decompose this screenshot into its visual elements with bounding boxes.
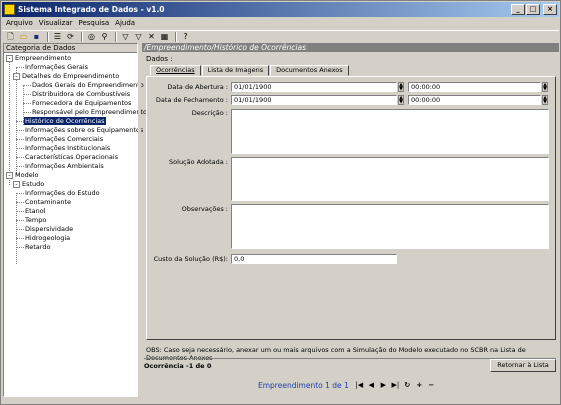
solucao-textarea[interactable]: [231, 157, 549, 201]
tree-node-info-estudo[interactable]: Informações do Estudo: [25, 189, 100, 197]
app-icon: [4, 4, 15, 15]
toolbar: 🗋 ▭ ▪ ☰ ⟳ ◎ ⚲ ▽ ▽ ✕ ▦ ?: [2, 30, 559, 42]
tree-node-equipamentos[interactable]: Informações sobre os Equipamentos: [25, 126, 143, 134]
first-record-icon[interactable]: |◀: [355, 380, 364, 390]
tree-node-retardo[interactable]: Retardo: [25, 243, 50, 251]
solucao-label: Solução Adotada :: [169, 158, 228, 166]
tree-node-modelo[interactable]: Modelo: [15, 171, 39, 179]
ocorrencias-form: Data de Abertura : 01/01/1900 ▲ ▼ 00:00:0…: [146, 76, 556, 340]
tree-node-empreendimento[interactable]: Empreendimento: [15, 54, 71, 62]
data-abertura-date-spinner[interactable]: ▲ ▼: [398, 82, 404, 92]
menu-bar: Arquivo Visualizar Pesquisa Ajuda: [2, 17, 559, 29]
tree-node-responsavel[interactable]: Responsável pelo Empreendimento: [32, 108, 147, 116]
tree-node-etanol[interactable]: Etanol: [25, 207, 46, 215]
observacoes-textarea[interactable]: [231, 204, 549, 249]
navigator-text: Empreendimento 1 de 1: [258, 380, 349, 390]
observacoes-label: Observações :: [181, 205, 228, 213]
tree-node-tempo[interactable]: Tempo: [25, 216, 46, 224]
tab-documentos-anexos[interactable]: Documentos Anexos: [270, 65, 349, 76]
data-fechamento-date-input[interactable]: 01/01/1900: [231, 95, 397, 105]
open-icon[interactable]: ▭: [18, 32, 29, 42]
menu-arquivo[interactable]: Arquivo: [6, 19, 33, 27]
search-icon[interactable]: ⚲: [99, 32, 110, 42]
record-count: Ocorrência -1 de 0: [144, 362, 212, 370]
tree-node-detalhes[interactable]: Detalhes do Empreendimento: [22, 72, 119, 80]
next-record-icon[interactable]: ▶: [379, 380, 388, 390]
menu-visualizar[interactable]: Visualizar: [39, 19, 73, 27]
tree-node-historico[interactable]: Histórico de Ocorrências: [24, 117, 106, 125]
custo-input[interactable]: 0,0: [231, 254, 397, 264]
tree-collapse-icon[interactable]: -: [6, 172, 13, 179]
descricao-label: Descrição :: [191, 109, 228, 117]
title-bar: Sistema Integrado de Dados - v1.0 _ □ ×: [2, 2, 559, 17]
list-icon[interactable]: ☰: [52, 32, 63, 42]
data-fechamento-date-spinner[interactable]: ▲ ▼: [398, 95, 404, 105]
tree-node-contaminante[interactable]: Contaminante: [25, 198, 71, 206]
data-fechamento-time-spinner[interactable]: ▲ ▼: [542, 95, 548, 105]
tree-node-operacionais[interactable]: Características Operacionais: [25, 153, 118, 161]
tree-collapse-icon[interactable]: -: [13, 181, 20, 188]
delete-record-icon[interactable]: −: [427, 380, 436, 390]
menu-ajuda[interactable]: Ajuda: [115, 19, 135, 27]
data-abertura-date-input[interactable]: 01/01/1900: [231, 82, 397, 92]
refresh-record-icon[interactable]: ↻: [403, 380, 412, 390]
record-status-bar: Ocorrência -1 de 0 Retornar à Lista: [144, 358, 556, 372]
window-title: Sistema Integrado de Dados - v1.0: [18, 5, 165, 14]
filter-icon[interactable]: ▽: [120, 32, 131, 42]
record-navigator: Empreendimento 1 de 1 |◀ ◀ ▶ ▶| ↻ + −: [258, 380, 439, 390]
dados-group-label: Dados :: [146, 55, 173, 63]
close-button[interactable]: ×: [543, 4, 557, 15]
tree-node-dados-gerais[interactable]: Dados Gerais do Empreendimento: [32, 81, 144, 89]
save-icon[interactable]: ▪: [31, 32, 42, 42]
help-icon[interactable]: ?: [180, 32, 191, 42]
tree-collapse-icon[interactable]: -: [6, 55, 13, 62]
tree-node-comerciais[interactable]: Informações Comerciais: [25, 135, 103, 143]
last-record-icon[interactable]: ▶|: [391, 380, 400, 390]
tree-collapse-icon[interactable]: -: [13, 73, 20, 80]
tab-bar: Ocorrências Lista de Imagens Documentos …: [150, 65, 350, 76]
tree-node-dispersividade[interactable]: Dispersividade: [25, 225, 73, 233]
panel-splitter[interactable]: [138, 43, 141, 397]
data-abertura-time-input[interactable]: 00:00:00: [408, 82, 541, 92]
add-record-icon[interactable]: +: [415, 380, 424, 390]
category-header: Categoria de Dados: [4, 44, 137, 53]
binoculars-icon[interactable]: ◎: [86, 32, 97, 42]
tree-node-estudo[interactable]: Estudo: [22, 180, 44, 188]
category-panel: Categoria de Dados - Empreendimento Info…: [3, 43, 147, 397]
menu-pesquisa[interactable]: Pesquisa: [78, 19, 109, 27]
tree-node-institucionais[interactable]: Informações Institucionais: [25, 144, 110, 152]
maximize-button[interactable]: □: [526, 4, 540, 15]
return-to-list-button[interactable]: Retornar à Lista: [490, 359, 556, 372]
data-abertura-label: Data de Abertura :: [167, 83, 228, 91]
prev-record-icon[interactable]: ◀: [367, 380, 376, 390]
custo-label: Custo da Solução (R$):: [153, 255, 228, 263]
data-fechamento-label: Data de Fechamento :: [155, 96, 228, 104]
new-file-icon[interactable]: 🗋: [5, 32, 16, 42]
minimize-button[interactable]: _: [511, 4, 525, 15]
filter-clear-icon[interactable]: ✕: [146, 32, 157, 42]
refresh-icon[interactable]: ⟳: [65, 32, 76, 42]
data-abertura-time-spinner[interactable]: ▲ ▼: [542, 82, 548, 92]
tab-lista-imagens[interactable]: Lista de Imagens: [201, 65, 270, 76]
tree-node-distribuidora[interactable]: Distribuidora de Combustíveis: [32, 90, 130, 98]
tree-node-ambientais[interactable]: Informações Ambientais: [25, 162, 104, 170]
tree-node-fornecedora[interactable]: Fornecedora de Equipamentos: [32, 99, 131, 107]
data-fechamento-time-input[interactable]: 00:00:00: [408, 95, 541, 105]
app-window: Sistema Integrado de Dados - v1.0 _ □ × …: [0, 0, 561, 405]
main-panel: /Empreendimento/Histórico de Ocorrências…: [142, 43, 559, 397]
page-title: /Empreendimento/Histórico de Ocorrências: [142, 43, 559, 52]
tree-node-hidrogeologia[interactable]: Hidrogeologia: [25, 234, 70, 242]
descricao-textarea[interactable]: [231, 109, 549, 154]
tree-node-informacoes-gerais[interactable]: Informações Gerais: [25, 63, 88, 71]
filter-add-icon[interactable]: ▽: [133, 32, 144, 42]
tab-ocorrencias[interactable]: Ocorrências: [150, 65, 201, 76]
data-icon[interactable]: ▦: [159, 32, 170, 42]
